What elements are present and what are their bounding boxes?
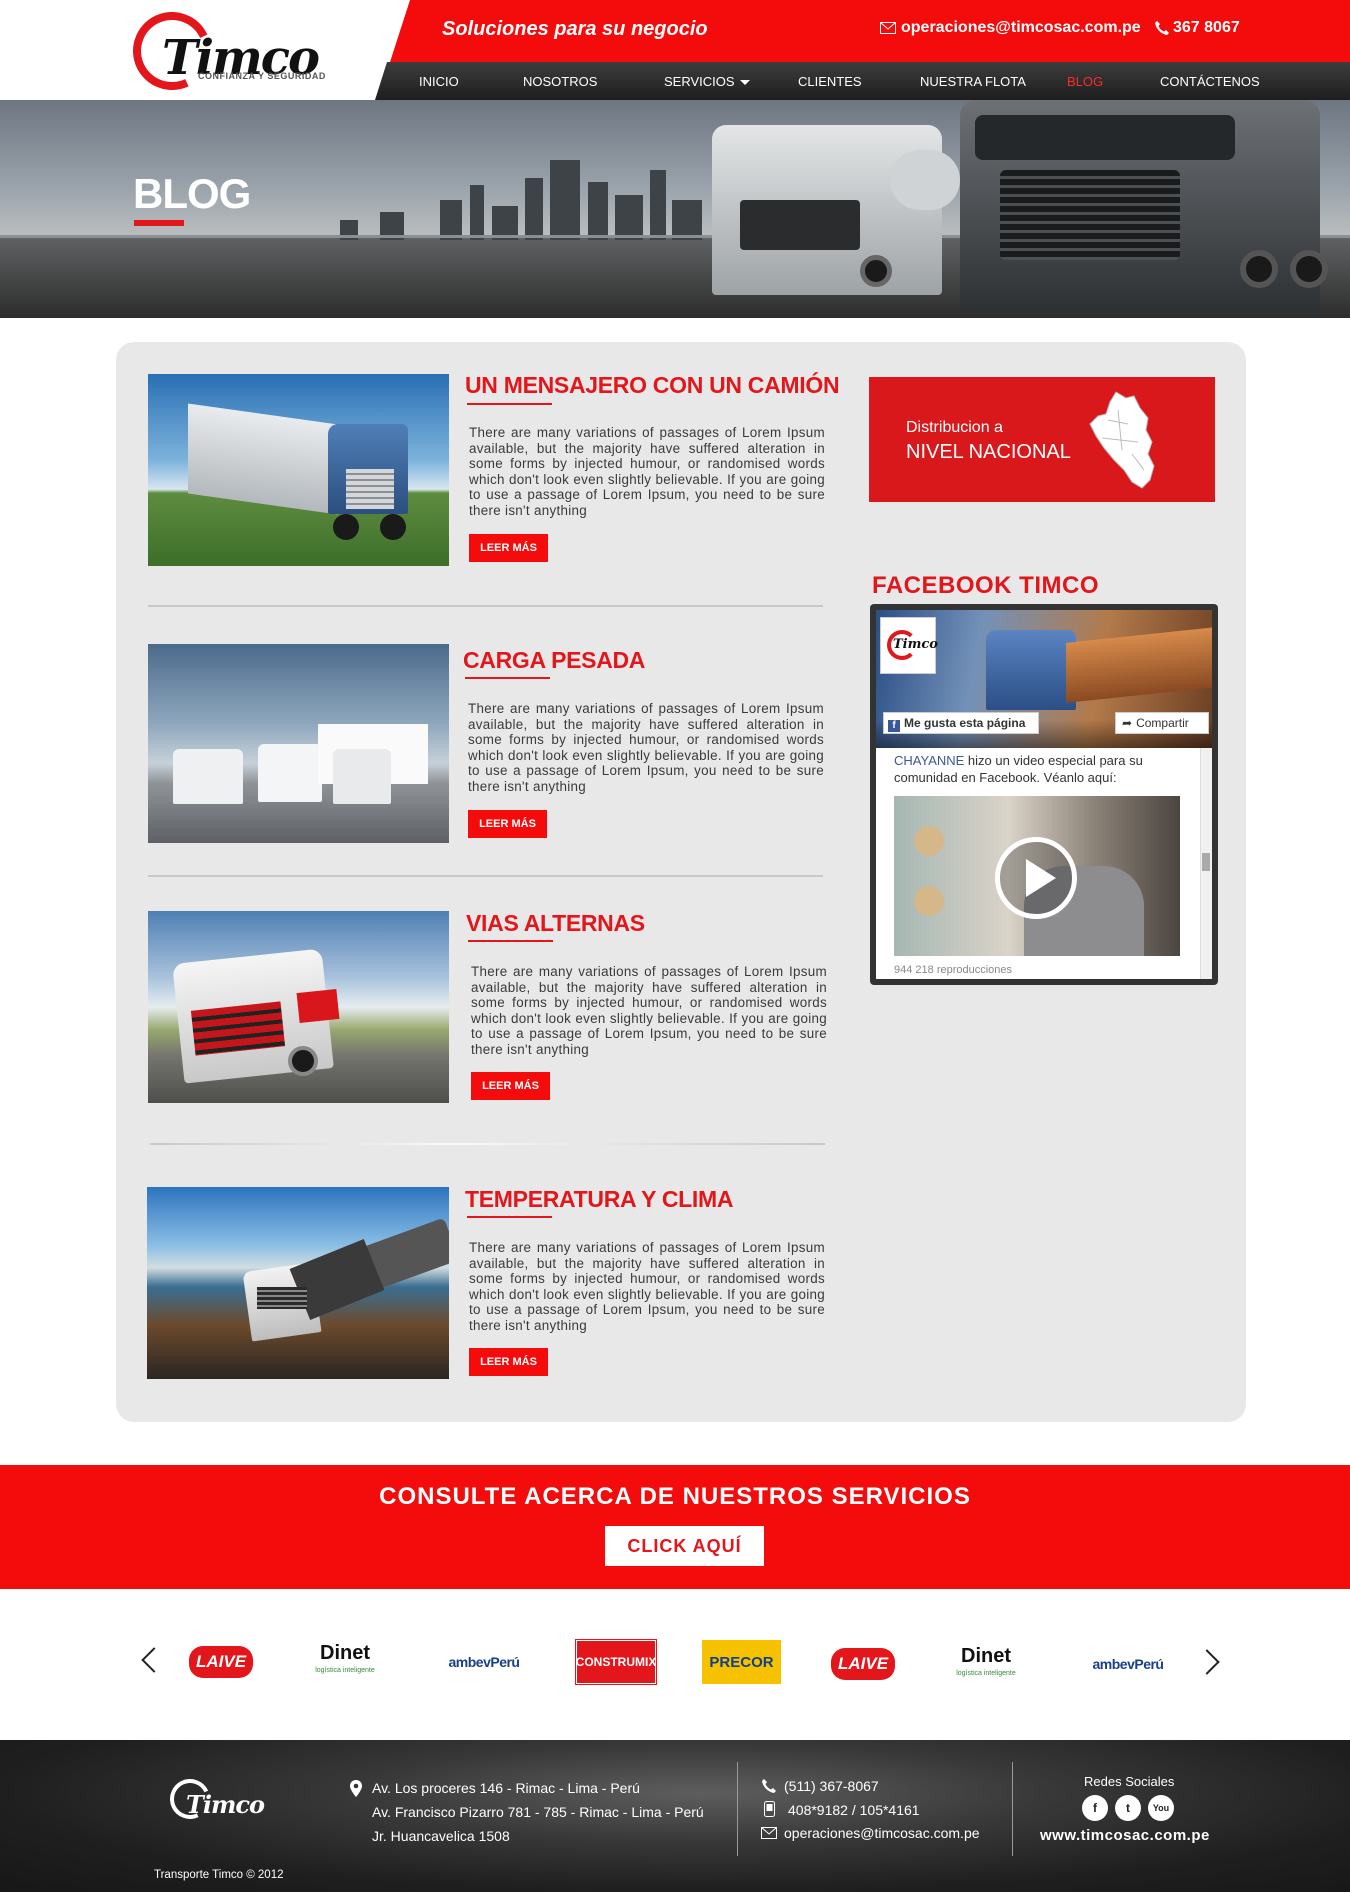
share-icon: ➦ — [1122, 716, 1133, 730]
nav-item-blog[interactable]: BLOG — [1067, 74, 1103, 89]
hero-tank — [890, 150, 960, 210]
footer-social-title: Redes Sociales — [1084, 1774, 1175, 1789]
post-title-underline — [467, 1216, 552, 1218]
facebook-like-label: Me gusta esta página — [904, 716, 1026, 730]
footer-email[interactable]: operaciones@timcosac.com.pe — [784, 1825, 980, 1841]
nav-item-nosotros[interactable]: NOSOTROS — [523, 74, 597, 89]
footer-address-2: Av. Francisco Pizarro 781 - 785 - Rimac … — [372, 1804, 704, 1820]
post-title[interactable]: UN MENSAJERO CON UN CAMIÓN — [465, 372, 840, 399]
play-icon — [1026, 859, 1056, 897]
read-more-button[interactable]: LEER MÁS — [468, 810, 547, 838]
chevron-left-icon[interactable] — [141, 1647, 167, 1673]
page-title-underline — [134, 220, 184, 226]
facebook-page-avatar[interactable]: Timco — [880, 617, 938, 674]
cta-title: CONSULTE ACERCA DE NUESTROS SERVICIOS — [379, 1483, 971, 1510]
footer-address-3: Jr. Huancavelica 1508 — [372, 1828, 510, 1844]
client-logo-dinet-sub: logística inteligente — [956, 1670, 1016, 1677]
post-excerpt: There are many variations of passages of… — [468, 701, 824, 794]
header-email[interactable]: operaciones@timcosac.com.pe — [901, 19, 1141, 37]
mail-icon — [880, 22, 896, 34]
location-icon — [350, 1780, 362, 1797]
distribution-line2: NIVEL NACIONAL — [906, 441, 1071, 463]
header-slogan: Soluciones para su negocio — [442, 18, 708, 40]
facebook-icon[interactable]: f — [1082, 1795, 1108, 1821]
header-phone[interactable]: 367 8067 — [1173, 19, 1240, 37]
post-divider — [150, 1143, 825, 1145]
facebook-share-label: Compartir — [1136, 716, 1189, 730]
post-image[interactable] — [148, 374, 449, 566]
post-title-underline — [465, 677, 550, 679]
client-logo-ambev[interactable]: ambevPerú — [444, 1640, 524, 1684]
hero-truck-wheel — [1290, 250, 1328, 288]
facebook-like-button[interactable]: f Me gusta esta página — [883, 712, 1039, 734]
post-image[interactable] — [148, 644, 449, 843]
footer-website[interactable]: www.timcosac.com.pe — [1040, 1827, 1210, 1844]
facebook-post-author[interactable]: CHAYANNE — [894, 753, 964, 768]
client-logo-ambev[interactable]: ambevPerú — [1088, 1642, 1168, 1686]
facebook-feed-scrollbar-thumb[interactable] — [1202, 853, 1210, 871]
client-logo-precor[interactable]: PRECOR — [702, 1640, 781, 1684]
facebook-title: FACEBOOK TIMCO — [872, 572, 1099, 599]
peru-map-icon — [1089, 391, 1155, 489]
page-title: BLOG — [133, 170, 251, 217]
hero-truck-grey-grill — [1000, 170, 1180, 260]
mail-icon — [761, 1827, 777, 1839]
nav-item-contactenos[interactable]: CONTÁCTENOS — [1160, 74, 1260, 89]
footer-address-1: Av. Los proceres 146 - Rimac - Lima - Pe… — [372, 1780, 640, 1796]
logo-tagline: CONFIANZA Y SEGURIDAD — [198, 71, 326, 81]
post-divider — [148, 605, 823, 607]
footer-divider — [1012, 1762, 1013, 1856]
footer-mobile[interactable]: 408*9182 / 105*4161 — [788, 1802, 920, 1818]
post-image[interactable] — [148, 911, 449, 1103]
footer-copyright: Transporte Timco © 2012 — [154, 1869, 284, 1881]
mobile-icon — [764, 1801, 775, 1817]
facebook-video-views: 944 218 reproducciones — [894, 964, 1013, 976]
post-excerpt: There are many variations of passages of… — [469, 1240, 825, 1333]
client-logo-dinet[interactable]: Dinet logística inteligente — [954, 1643, 1018, 1687]
phone-icon — [762, 1779, 776, 1793]
hero-truck-white-grill — [740, 200, 860, 250]
youtube-icon[interactable]: You — [1148, 1795, 1174, 1821]
post-excerpt: There are many variations of passages of… — [469, 425, 825, 518]
post-divider — [148, 875, 823, 877]
cta-button[interactable]: CLICK AQUÍ — [605, 1526, 764, 1566]
post-title-underline — [468, 940, 553, 942]
chevron-right-icon[interactable] — [1194, 1649, 1220, 1675]
phone-icon — [1155, 21, 1169, 35]
post-title[interactable]: CARGA PESADA — [463, 647, 645, 674]
nav-item-clientes[interactable]: CLIENTES — [798, 74, 862, 89]
nav-item-servicios[interactable]: SERVICIOS — [664, 74, 750, 89]
read-more-button[interactable]: LEER MÁS — [469, 1348, 548, 1376]
nav-item-nuestra-flota[interactable]: NUESTRA FLOTA — [920, 74, 1026, 89]
hero-truck-wheel — [1240, 250, 1278, 288]
nav-item-inicio[interactable]: INICIO — [419, 74, 459, 89]
client-logo-dinet-label: Dinet — [961, 1645, 1011, 1667]
client-logo-laive[interactable]: LAIVE — [189, 1646, 253, 1678]
client-logo-construmix[interactable]: CONSTRUMIX — [575, 1639, 657, 1685]
hero-truck-windshield — [975, 115, 1235, 160]
footer-phone[interactable]: (511) 367-8067 — [784, 1778, 879, 1794]
facebook-icon: f — [888, 720, 900, 732]
post-image[interactable] — [147, 1187, 449, 1379]
client-logo-laive[interactable]: LAIVE — [831, 1648, 895, 1680]
post-excerpt: There are many variations of passages of… — [471, 964, 827, 1057]
hero-truck-wheel — [860, 255, 892, 287]
client-logo-dinet-label: Dinet — [320, 1642, 370, 1664]
distribution-banner[interactable] — [869, 377, 1215, 502]
distribution-line1: Distribucion a — [906, 419, 1003, 436]
footer-divider — [737, 1762, 738, 1856]
chevron-down-icon — [739, 80, 750, 86]
client-logo-dinet-sub: logística inteligente — [315, 1667, 375, 1674]
read-more-button[interactable]: LEER MÁS — [469, 534, 548, 562]
nav-item-servicios-label: SERVICIOS — [664, 74, 735, 89]
read-more-button[interactable]: LEER MÁS — [471, 1072, 550, 1100]
client-logo-dinet[interactable]: Dinet logística inteligente — [313, 1640, 377, 1684]
twitter-icon[interactable]: t — [1115, 1795, 1141, 1821]
post-title[interactable]: TEMPERATURA Y CLIMA — [465, 1186, 733, 1213]
post-title-underline — [467, 403, 552, 405]
post-title[interactable]: VIAS ALTERNAS — [466, 910, 645, 937]
facebook-share-button[interactable]: ➦ Compartir — [1115, 712, 1209, 734]
footer-logo-word[interactable]: Timco — [186, 1790, 265, 1819]
facebook-post-text: CHAYANNE hizo un video especial para su … — [894, 752, 1184, 786]
